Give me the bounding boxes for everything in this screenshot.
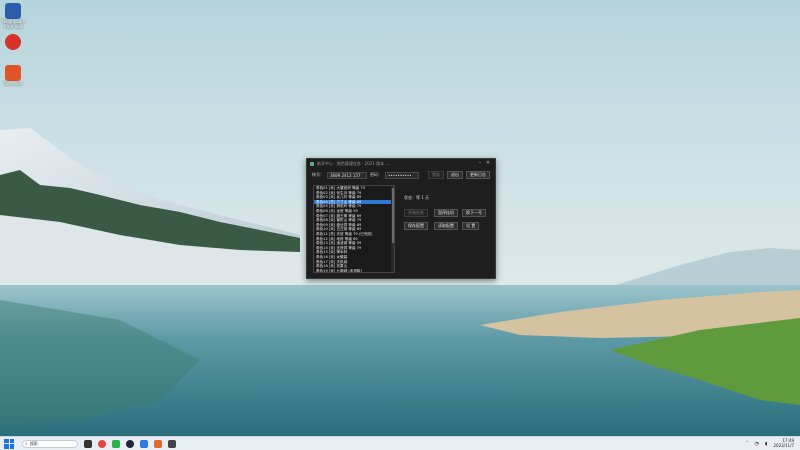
status-text: 状态：等 1 天 bbox=[404, 195, 430, 200]
minimize-button[interactable]: – bbox=[476, 159, 484, 168]
next-account-button[interactable]: 换下一号 bbox=[462, 209, 486, 217]
volume-icon[interactable]: ◖ bbox=[765, 441, 768, 447]
chevron-up-icon[interactable]: ˄ bbox=[746, 441, 749, 447]
taskbar: ⌕ 搜索 ˄ ◔ ◖ 17:49 2023/11/7 bbox=[0, 436, 800, 450]
title-bar[interactable]: 新开中心 · 角色管理任务 · 2021 版本 ... – ✕ bbox=[307, 159, 495, 168]
list-scrollbar[interactable] bbox=[391, 186, 394, 272]
save-config-button[interactable]: 保存配置 bbox=[404, 222, 428, 230]
password-field[interactable]: •••••••••• bbox=[385, 171, 419, 179]
start-button[interactable] bbox=[4, 438, 14, 449]
chrome-icon[interactable] bbox=[98, 439, 106, 448]
desktop-icon-red-app[interactable] bbox=[2, 34, 24, 50]
game-app-icon bbox=[5, 3, 21, 19]
desktop-icon-label: Illustrator bbox=[3, 81, 23, 86]
login-row: 帐号： 3689 2412 157 密码： •••••••••• 登陆 退出 更… bbox=[312, 171, 490, 179]
red-app-icon bbox=[5, 34, 21, 50]
app-icon-dark[interactable] bbox=[168, 439, 176, 448]
steam-icon[interactable] bbox=[126, 439, 134, 448]
clock-date: 2023/11/7 bbox=[773, 442, 794, 448]
exit-button[interactable]: 退出 bbox=[447, 171, 463, 179]
wechat-icon[interactable] bbox=[112, 439, 120, 448]
taskbar-search[interactable]: ⌕ 搜索 bbox=[22, 439, 78, 448]
fox-app-icon bbox=[5, 65, 21, 81]
load-config-button[interactable]: 读取配置 bbox=[434, 222, 458, 230]
changelog-button[interactable]: 更新日志 bbox=[466, 171, 490, 179]
settings-button[interactable]: 设 置 bbox=[462, 222, 480, 230]
app-window: 新开中心 · 角色管理任务 · 2021 版本 ... – ✕ 帐号： 3689… bbox=[306, 158, 496, 279]
close-button[interactable]: ✕ bbox=[484, 159, 492, 168]
search-icon: ⌕ bbox=[25, 440, 28, 447]
login-button[interactable]: 登陆 bbox=[428, 171, 444, 179]
clock[interactable]: 17:49 2023/11/7 bbox=[773, 438, 794, 448]
window-title: 新开中心 · 角色管理任务 · 2021 版本 ... bbox=[317, 160, 390, 166]
system-tray: ˄ ◔ ◖ 17:49 2023/11/7 bbox=[746, 437, 800, 450]
network-icon[interactable]: ◔ bbox=[754, 441, 758, 447]
desktop-icon-label: Neighbours from Hell bbox=[2, 19, 25, 29]
start-task-button[interactable]: 开始任务 bbox=[404, 209, 428, 217]
desktop-icon-illustrator[interactable]: Illustrator bbox=[2, 65, 24, 86]
app-icon bbox=[310, 161, 314, 166]
app-icon-blue[interactable] bbox=[140, 439, 148, 448]
app-icon-orange[interactable] bbox=[154, 439, 162, 448]
task-view-icon[interactable] bbox=[84, 439, 92, 448]
character-list[interactable]: 角色01 [未] 大唐官府 等级 79 角色02 [未] 化生寺 等级 79 角色0… bbox=[313, 185, 395, 273]
pause-button[interactable]: 暂停挂机 bbox=[434, 209, 458, 217]
password-label: 密码： bbox=[370, 172, 382, 177]
account-field[interactable]: 3689 2412 157 bbox=[327, 171, 367, 179]
desktop-icon-game[interactable]: Neighbours from Hell bbox=[2, 3, 25, 29]
search-placeholder: 搜索 bbox=[29, 440, 38, 446]
scrollbar-thumb[interactable] bbox=[391, 188, 394, 243]
list-item[interactable]: 角色19 [未] 九黎城 (未领取) bbox=[314, 269, 394, 272]
account-label: 帐号： bbox=[312, 172, 324, 177]
